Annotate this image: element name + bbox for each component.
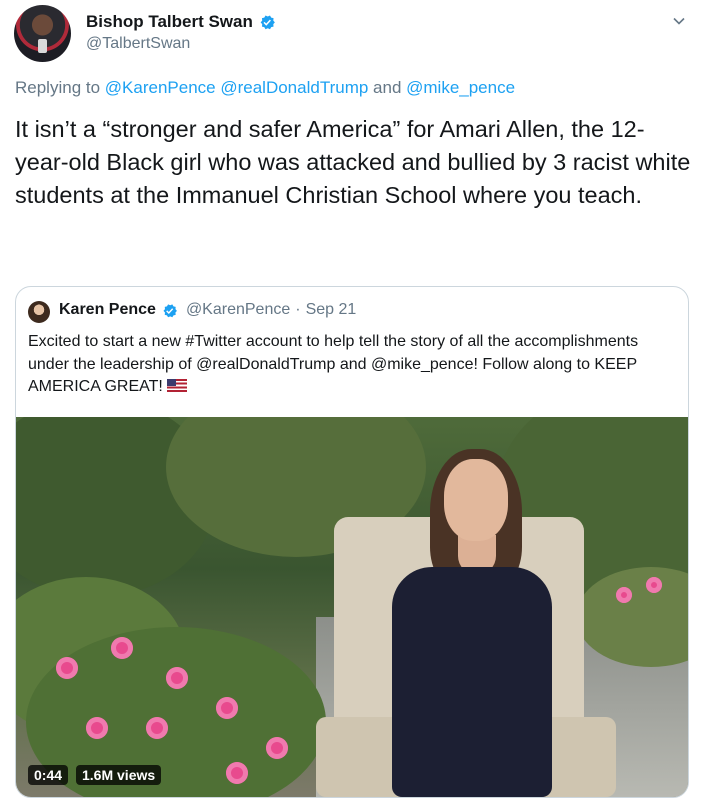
mention-link-realdonaldtrump[interactable]: @realDonaldTrump (220, 78, 368, 97)
video-player[interactable]: 0:44 1.6M views (16, 417, 688, 797)
author-name[interactable]: Bishop Talbert Swan (86, 12, 253, 32)
us-flag-emoji-icon (166, 379, 187, 392)
quoted-text-body: Excited to start a new #Twitter account … (28, 333, 639, 395)
video-duration-badge: 0:44 (28, 765, 69, 785)
quoted-header: Karen Pence @KarenPence · Sep 21 (59, 301, 356, 319)
replying-and: and (368, 78, 407, 97)
quoted-date[interactable]: Sep 21 (306, 301, 357, 319)
quoted-author-handle[interactable]: @KarenPence (186, 301, 290, 319)
quoted-tweet-card[interactable]: Karen Pence @KarenPence · Sep 21 Excited… (15, 286, 689, 798)
quoted-separator: · (295, 301, 301, 318)
quoted-tweet-text: Excited to start a new #Twitter account … (28, 331, 678, 399)
quoted-author-name[interactable]: Karen Pence (59, 301, 156, 319)
person-face (444, 459, 508, 541)
author-handle[interactable]: @TalbertSwan (86, 35, 190, 53)
quoted-author-avatar[interactable] (28, 301, 50, 323)
tweet-text: It isn’t a “stronger and safer America” … (15, 116, 691, 208)
person-dress (392, 567, 552, 797)
mention-link-karenpence[interactable]: @KarenPence (105, 78, 216, 97)
chevron-down-icon[interactable] (672, 14, 686, 28)
replying-to-line: Replying to @KarenPence @realDonaldTrump… (15, 78, 515, 98)
author-name-row[interactable]: Bishop Talbert Swan (86, 12, 276, 32)
verified-badge-icon (163, 303, 177, 317)
verified-badge-icon (260, 15, 275, 30)
video-views-badge: 1.6M views (76, 765, 162, 785)
author-avatar[interactable] (14, 5, 71, 62)
mention-link-mike-pence[interactable]: @mike_pence (406, 78, 515, 97)
replying-prefix: Replying to (15, 78, 105, 97)
